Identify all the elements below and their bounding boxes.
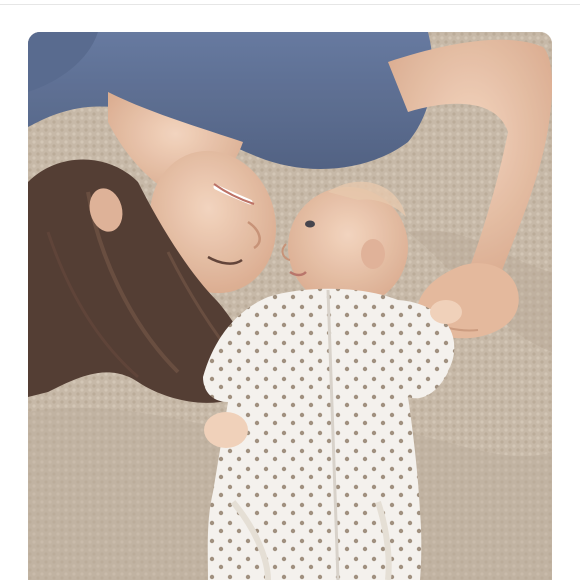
photo-card[interactable] xyxy=(28,32,552,580)
photo-mother-and-baby[interactable] xyxy=(28,32,552,580)
top-divider xyxy=(0,0,580,5)
